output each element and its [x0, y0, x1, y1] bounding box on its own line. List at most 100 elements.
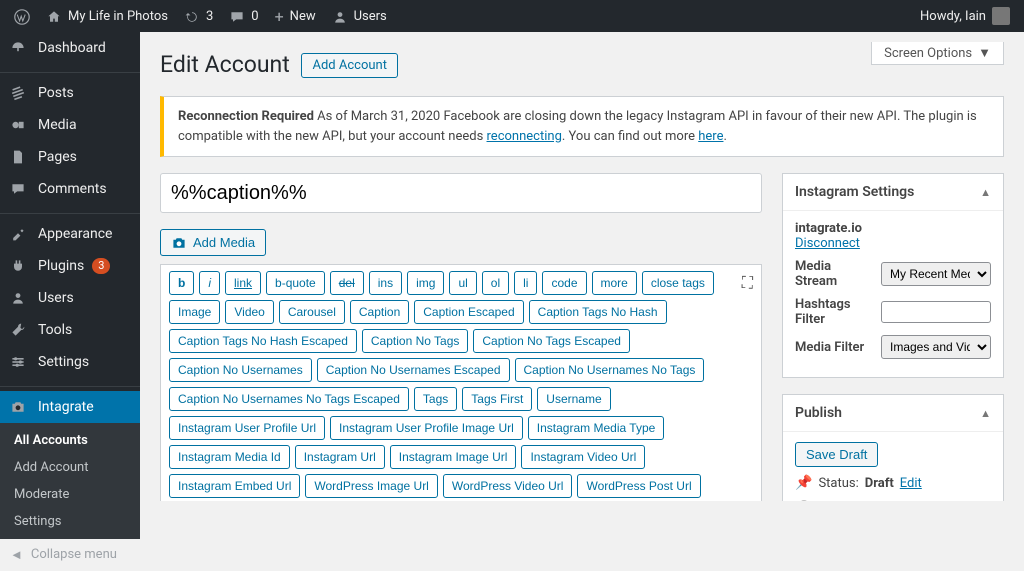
more-here-link[interactable]: here: [698, 129, 723, 144]
post-title-input[interactable]: [160, 173, 762, 213]
qt-instagram-url[interactable]: Instagram Url: [295, 445, 385, 469]
toggle-box-icon[interactable]: ▲: [980, 186, 991, 199]
qt-caption[interactable]: Caption: [350, 300, 409, 324]
quicktags-toolbar: ⛶ bilinkb-quotedelinsimgulollicodemorecl…: [160, 264, 762, 501]
comments-item[interactable]: 0: [221, 0, 266, 32]
new-label: New: [290, 9, 316, 24]
updates-item[interactable]: 3: [176, 0, 221, 32]
qt-tags-first[interactable]: Tags First: [462, 387, 532, 411]
qt-del[interactable]: del: [330, 271, 364, 295]
qt-ol[interactable]: ol: [482, 271, 509, 295]
qt-caption-escaped[interactable]: Caption Escaped: [414, 300, 523, 324]
sidebar-item-label: Appearance: [38, 226, 112, 242]
reconnection-notice: Reconnection Required As of March 31, 20…: [160, 96, 1004, 157]
screen-options-label: Screen Options: [884, 46, 972, 61]
add-media-button[interactable]: Add Media: [160, 229, 266, 256]
qt-wordpress-post-url[interactable]: WordPress Post Url: [577, 474, 700, 498]
qt-img[interactable]: img: [407, 271, 444, 295]
media-filter-select[interactable]: Images and Video: [881, 335, 991, 359]
qt-code[interactable]: code: [542, 271, 586, 295]
settings-icon: [10, 354, 30, 370]
sidebar-item-settings[interactable]: Settings: [0, 346, 140, 378]
collapse-label: Collapse menu: [31, 547, 117, 563]
qt-caption-tags-no-hash[interactable]: Caption Tags No Hash: [529, 300, 667, 324]
sidebar-item-plugins[interactable]: Plugins3: [0, 250, 140, 282]
sidebar-item-appearance[interactable]: Appearance: [0, 218, 140, 250]
edit-status-link[interactable]: Edit: [900, 476, 922, 491]
sidebar-item-pages[interactable]: Pages: [0, 141, 140, 173]
new-item[interactable]: + New: [267, 0, 324, 32]
publish-title: Publish: [795, 405, 842, 421]
qt-caption-no-usernames-escaped[interactable]: Caption No Usernames Escaped: [317, 358, 510, 382]
sidebar-item-label: Tools: [38, 322, 72, 338]
qt-instagram-image-url[interactable]: Instagram Image Url: [390, 445, 517, 469]
qt-video[interactable]: Video: [225, 300, 273, 324]
notice-text2: . You can find out more: [562, 129, 698, 144]
admin-bar: My Life in Photos 3 0 + New Users Howdy,…: [0, 0, 1024, 32]
site-name-item[interactable]: My Life in Photos: [38, 0, 176, 32]
qt-instagram-user-profile-url[interactable]: Instagram User Profile Url: [169, 416, 325, 440]
qt-instagram-media-id[interactable]: Instagram Media Id: [169, 445, 290, 469]
sidebar-item-tools[interactable]: Tools: [0, 314, 140, 346]
qt-li[interactable]: li: [514, 271, 537, 295]
qt-instagram-media-type[interactable]: Instagram Media Type: [528, 416, 665, 440]
qt-instagram-embed-url[interactable]: Instagram Embed Url: [169, 474, 300, 498]
qt-tags[interactable]: Tags: [414, 387, 457, 411]
qt-wordpress-video-url[interactable]: WordPress Video Url: [443, 474, 573, 498]
qt-link[interactable]: link: [225, 271, 261, 295]
save-draft-button[interactable]: Save Draft: [795, 442, 878, 467]
qt-caption-no-tags-escaped[interactable]: Caption No Tags Escaped: [473, 329, 630, 353]
reconnecting-link[interactable]: reconnecting: [487, 129, 562, 144]
qt-b[interactable]: b: [169, 271, 194, 295]
notice-strong: Reconnection Required: [178, 109, 314, 124]
qt-ins[interactable]: ins: [369, 271, 402, 295]
instagram-settings-box: Instagram Settings ▲ intagrate.io Discon…: [782, 173, 1004, 378]
updates-count: 3: [206, 9, 213, 24]
pin-icon: 📌: [795, 475, 812, 491]
fullscreen-icon[interactable]: ⛶: [742, 273, 753, 293]
collapse-icon: ◄: [10, 547, 23, 563]
sidebar-item-comments[interactable]: Comments: [0, 173, 140, 205]
qt-caption-no-usernames[interactable]: Caption No Usernames: [169, 358, 312, 382]
qt-instagram-video-url[interactable]: Instagram Video Url: [521, 445, 645, 469]
sidebar-item-users[interactable]: Users: [0, 282, 140, 314]
qt-i[interactable]: i: [199, 271, 220, 295]
add-account-button[interactable]: Add Account: [301, 53, 397, 78]
users-top-item[interactable]: Users: [324, 0, 395, 32]
qt-caption-no-tags[interactable]: Caption No Tags: [362, 329, 469, 353]
wp-logo-item[interactable]: [6, 0, 38, 32]
collapse-menu[interactable]: ◄ Collapse menu: [0, 539, 140, 571]
qt-instagram-user-profile-image-url[interactable]: Instagram User Profile Image Url: [330, 416, 523, 440]
sidebar-item-dashboard[interactable]: Dashboard: [0, 32, 140, 64]
sidebar-item-label: Users: [38, 290, 74, 306]
qt-ul[interactable]: ul: [449, 271, 476, 295]
qt-image[interactable]: Image: [169, 300, 220, 324]
sidebar-item-label: Intagrate: [38, 399, 94, 415]
qt-caption-tags-no-hash-escaped[interactable]: Caption Tags No Hash Escaped: [169, 329, 357, 353]
hashtags-filter-input[interactable]: [881, 301, 991, 323]
howdy-item[interactable]: Howdy, Iain: [912, 0, 1018, 32]
qt-more[interactable]: more: [592, 271, 637, 295]
qt-carousel[interactable]: Carousel: [279, 300, 345, 324]
qt-caption-no-usernames-no-tags-escaped[interactable]: Caption No Usernames No Tags Escaped: [169, 387, 409, 411]
screen-options-toggle[interactable]: Screen Options ▼: [871, 42, 1004, 65]
submenu-add-account[interactable]: Add Account: [0, 454, 140, 481]
sidebar-item-media[interactable]: Media: [0, 109, 140, 141]
toggle-publish-icon[interactable]: ▲: [980, 407, 991, 420]
disconnect-link[interactable]: Disconnect: [795, 236, 860, 251]
qt-close-tags[interactable]: close tags: [642, 271, 714, 295]
sidebar-item-label: Settings: [38, 354, 89, 370]
qt-username[interactable]: Username: [537, 387, 610, 411]
qt-b-quote[interactable]: b-quote: [266, 271, 325, 295]
submenu-moderate[interactable]: Moderate: [0, 481, 140, 508]
qt-caption-no-usernames-no-tags[interactable]: Caption No Usernames No Tags: [515, 358, 705, 382]
sidebar-item-intagrate[interactable]: Intagrate: [0, 391, 140, 423]
media-stream-select[interactable]: My Recent Media: [881, 262, 991, 286]
submenu-all-accounts[interactable]: All Accounts: [0, 427, 140, 454]
submenu-settings[interactable]: Settings: [0, 508, 140, 535]
sidebar-item-posts[interactable]: Posts: [0, 77, 140, 109]
comment-icon: [229, 7, 245, 26]
camera-icon: [10, 399, 30, 415]
editor-column: Add Media ⛶ bilinkb-quotedelinsimgulolli…: [160, 173, 762, 501]
qt-wordpress-image-url[interactable]: WordPress Image Url: [305, 474, 437, 498]
